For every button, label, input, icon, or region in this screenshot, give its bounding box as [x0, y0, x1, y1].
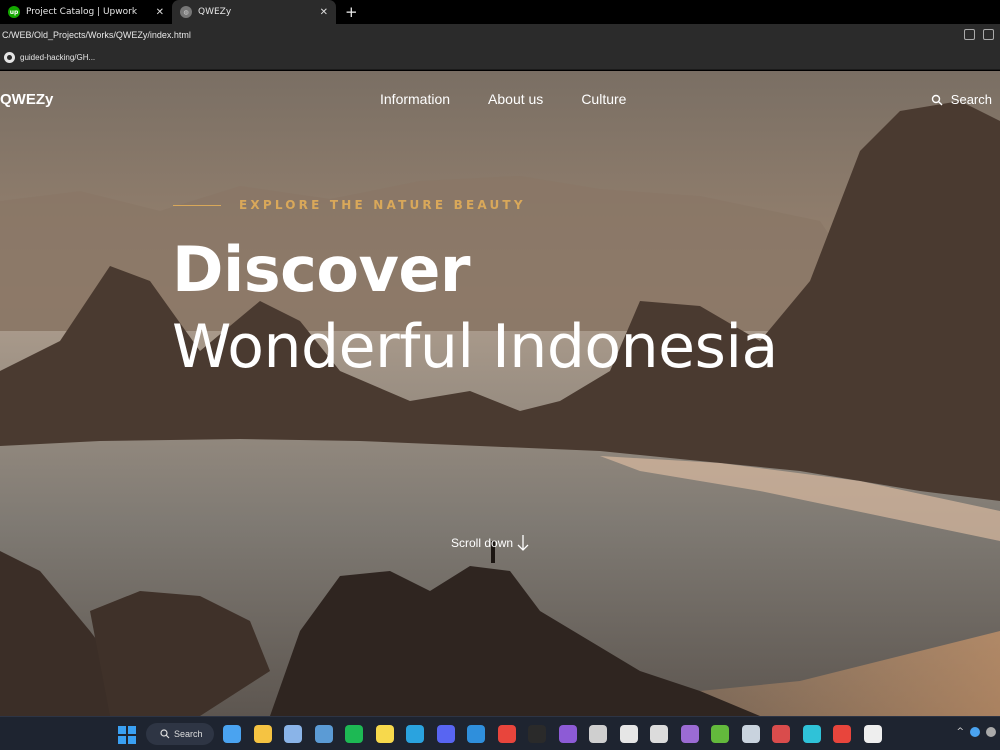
- globe-icon: ◍: [180, 6, 192, 18]
- bookmark-label: guided-hacking/GH...: [20, 53, 96, 62]
- scroll-down-link[interactable]: Scroll down: [451, 533, 530, 553]
- photos-icon[interactable]: [284, 725, 302, 743]
- vscode-icon[interactable]: [467, 725, 485, 743]
- tab-label: QWEZy: [198, 7, 232, 17]
- app-icon[interactable]: [680, 725, 699, 743]
- system-tray: ^: [956, 727, 996, 737]
- search-icon: [931, 94, 943, 105]
- start-button[interactable]: [118, 726, 136, 744]
- hero-eyebrow: EXPLORE THE NATURE BEAUTY: [239, 198, 526, 212]
- nav-item-culture[interactable]: Culture: [581, 91, 626, 107]
- arrow-down-icon: [517, 535, 529, 551]
- github-icon: [4, 52, 15, 63]
- tab-label: Project Catalog | Upwork: [26, 7, 138, 17]
- upwork-icon: up: [8, 6, 20, 18]
- hero-background-image: [0, 71, 1000, 716]
- file-explorer-icon[interactable]: [253, 725, 272, 743]
- taskbar-search-label: Search: [174, 729, 203, 739]
- remote-desktop-icon[interactable]: [314, 725, 333, 743]
- visual-studio-icon[interactable]: [558, 725, 577, 743]
- taskbar-search[interactable]: Search: [146, 723, 214, 745]
- app-icon-2[interactable]: [772, 725, 790, 743]
- site-logo[interactable]: QWEZy: [0, 91, 53, 108]
- sticky-notes-icon[interactable]: [375, 725, 394, 743]
- tab-qwezy[interactable]: ◍ QWEZy ✕: [172, 0, 336, 24]
- utorrent-icon[interactable]: [711, 725, 729, 743]
- page-viewport: QWEZy Information About us Culture Searc…: [0, 71, 1000, 716]
- hero-title-bold: Discover: [172, 233, 471, 306]
- hero-title-light: Wonderful Indonesia: [172, 312, 778, 382]
- spotify-icon[interactable]: [345, 725, 363, 743]
- search-label: Search: [950, 92, 992, 107]
- search-button[interactable]: Search: [931, 92, 992, 107]
- desktop-icon[interactable]: [223, 725, 241, 743]
- new-tab-button[interactable]: +: [345, 3, 358, 21]
- webstorm-icon[interactable]: [802, 725, 821, 743]
- steam-icon[interactable]: [741, 725, 760, 743]
- close-tab-icon[interactable]: ✕: [156, 7, 164, 18]
- chevron-up-icon[interactable]: ^: [956, 727, 964, 737]
- tray-app-icon-2[interactable]: [986, 727, 996, 737]
- nav-item-about-us[interactable]: About us: [488, 91, 543, 107]
- search-icon: [160, 729, 170, 739]
- unity-icon[interactable]: [589, 725, 607, 743]
- eyebrow-divider: [173, 205, 221, 206]
- bookmarks-bar: guided-hacking/GH...: [0, 46, 1000, 70]
- scroll-down-label: Scroll down: [451, 536, 514, 550]
- translate-icon[interactable]: [964, 29, 975, 40]
- share-icon[interactable]: [983, 29, 994, 40]
- bookmark-item[interactable]: guided-hacking/GH...: [0, 52, 95, 63]
- discord-icon[interactable]: [436, 725, 455, 743]
- ableton-live-icon[interactable]: [650, 725, 668, 743]
- epic-games-icon[interactable]: [528, 725, 546, 743]
- browser-tab-bar: up Project Catalog | Upwork ✕ ◍ QWEZy ✕ …: [0, 0, 1000, 24]
- chrome-icon[interactable]: [497, 725, 516, 743]
- inkscape-icon[interactable]: [619, 725, 638, 743]
- telegram-icon[interactable]: [406, 725, 424, 743]
- tab-project-catalog[interactable]: up Project Catalog | Upwork ✕: [0, 0, 172, 24]
- tray-app-icon[interactable]: [970, 727, 980, 737]
- nav-item-information[interactable]: Information: [380, 91, 450, 107]
- main-nav: Information About us Culture: [380, 91, 626, 107]
- url-text[interactable]: C/WEB/Old_Projects/Works/QWEZy/index.htm…: [0, 30, 191, 40]
- 7zip-icon[interactable]: [863, 725, 882, 743]
- close-tab-icon[interactable]: ✕: [320, 7, 328, 18]
- address-bar[interactable]: C/WEB/Old_Projects/Works/QWEZy/index.htm…: [0, 24, 1000, 46]
- chrome-active-icon[interactable]: [833, 725, 851, 743]
- windows-taskbar: Search ^: [0, 716, 1000, 750]
